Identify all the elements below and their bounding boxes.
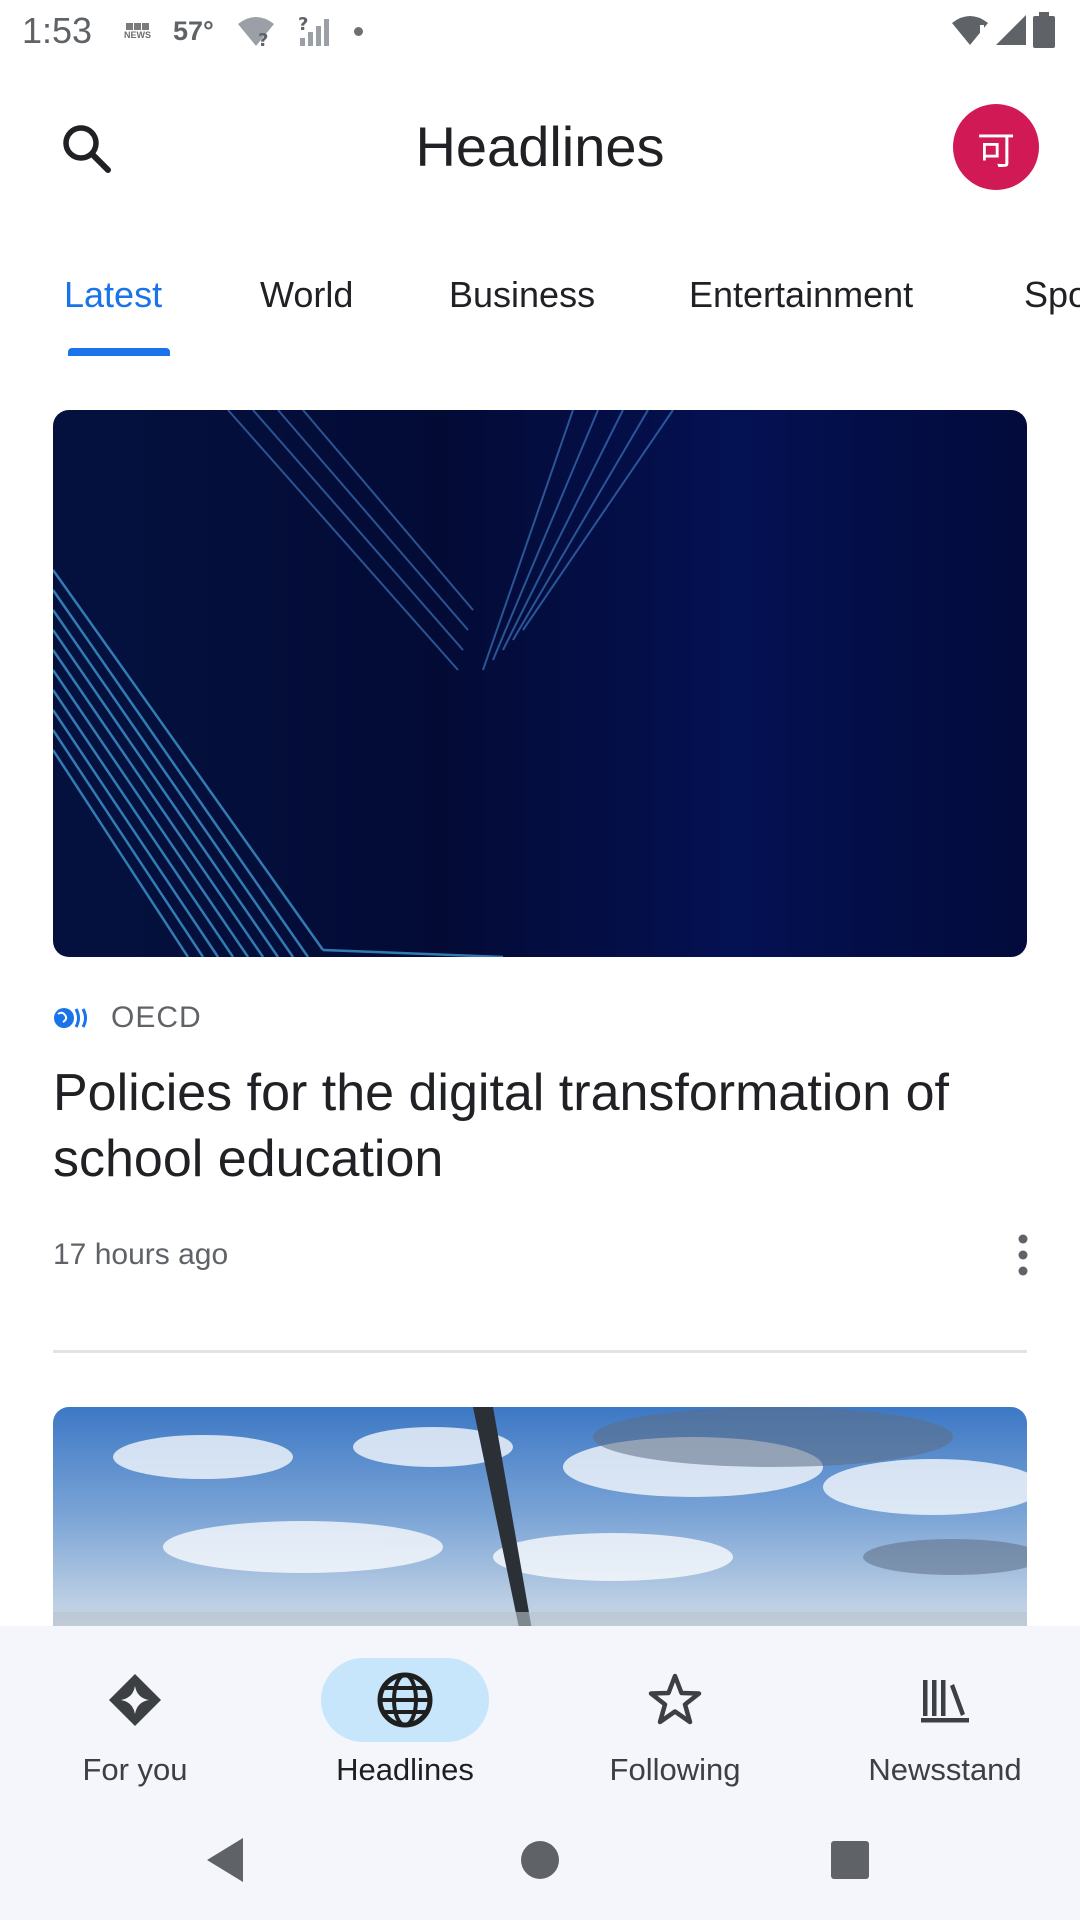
nav-for-you-label: For you bbox=[82, 1752, 188, 1787]
globe-icon bbox=[377, 1672, 433, 1728]
tab-latest[interactable]: Latest bbox=[64, 274, 162, 316]
nav-headlines-label: Headlines bbox=[336, 1752, 474, 1787]
page-title: Headlines bbox=[415, 115, 665, 178]
article-timestamp: 17 hours ago bbox=[53, 1238, 229, 1271]
recents-button[interactable] bbox=[820, 1830, 880, 1890]
nav-following-label: Following bbox=[609, 1752, 741, 1787]
nav-for-you-pill bbox=[51, 1658, 219, 1742]
article-divider bbox=[53, 1350, 1027, 1353]
signal-question-icon: ? bbox=[298, 14, 329, 46]
nav-for-you[interactable]: For you bbox=[0, 1642, 270, 1792]
nav-following-pill bbox=[591, 1658, 759, 1742]
source-name: OECD bbox=[111, 1001, 202, 1034]
bbc-news-icon: NEWS bbox=[124, 22, 151, 40]
top-app-bar: Headlines 可 bbox=[0, 96, 1080, 200]
tab-entertainment[interactable]: Entertainment bbox=[689, 274, 913, 316]
article-image-2[interactable] bbox=[53, 1407, 1027, 1647]
article-image[interactable] bbox=[53, 410, 1027, 957]
avatar[interactable]: 可 bbox=[953, 104, 1039, 190]
newsstand-icon bbox=[921, 1680, 969, 1723]
temperature-readout: 57° bbox=[173, 15, 214, 46]
cell-signal-icon bbox=[996, 15, 1026, 45]
for-you-icon bbox=[109, 1674, 161, 1726]
dot-icon bbox=[353, 26, 363, 36]
system-navigation-bar bbox=[0, 1794, 1080, 1920]
app-root: 1:53 NEWS 57° ? ? Headlines 可 Latest Wor… bbox=[0, 0, 1080, 1920]
article-image-2-graphic bbox=[53, 1407, 1027, 1647]
wifi-alert-icon bbox=[952, 16, 988, 45]
home-button[interactable] bbox=[510, 1830, 570, 1890]
tab-business[interactable]: Business bbox=[449, 274, 595, 316]
recents-icon bbox=[831, 1841, 869, 1879]
article-image-graphic bbox=[53, 410, 674, 957]
svg-text:?: ? bbox=[258, 30, 268, 48]
status-time: 1:53 bbox=[22, 10, 93, 51]
nav-newsstand[interactable]: Newsstand bbox=[810, 1642, 1080, 1792]
nav-headlines-pill bbox=[321, 1658, 489, 1742]
more-options-button[interactable] bbox=[1000, 1226, 1046, 1284]
back-icon bbox=[207, 1838, 243, 1882]
tab-world[interactable]: World bbox=[260, 274, 353, 316]
nav-headlines[interactable]: Headlines bbox=[270, 1642, 540, 1792]
category-tabs: Latest World Business Entertainment Spo bbox=[0, 260, 1080, 360]
tab-sports[interactable]: Spo bbox=[1024, 274, 1080, 316]
back-button[interactable] bbox=[195, 1830, 255, 1890]
nav-newsstand-label: Newsstand bbox=[868, 1752, 1022, 1787]
article-source[interactable]: OECD bbox=[53, 998, 202, 1038]
battery-icon bbox=[1033, 12, 1055, 48]
wifi-question-icon: ? bbox=[237, 17, 274, 48]
bbc-news-label: NEWS bbox=[124, 29, 151, 40]
status-left-icons: NEWS 57° ? ? bbox=[124, 14, 363, 48]
status-right-icons bbox=[950, 12, 1056, 48]
article-headline[interactable]: Policies for the digital transformation … bbox=[53, 1060, 1043, 1192]
oecd-logo-icon bbox=[54, 1008, 87, 1028]
nav-newsstand-pill bbox=[861, 1658, 1029, 1742]
nav-following[interactable]: Following bbox=[540, 1642, 810, 1792]
status-bar: 1:53 NEWS 57° ? ? bbox=[0, 0, 1080, 64]
bottom-navigation: For you Headlines Following Newsstand bbox=[0, 1626, 1080, 1794]
star-icon bbox=[648, 1673, 702, 1725]
home-icon bbox=[521, 1841, 559, 1879]
svg-text:?: ? bbox=[298, 14, 308, 35]
tab-indicator bbox=[68, 348, 170, 356]
more-vert-icon bbox=[1018, 1234, 1028, 1276]
